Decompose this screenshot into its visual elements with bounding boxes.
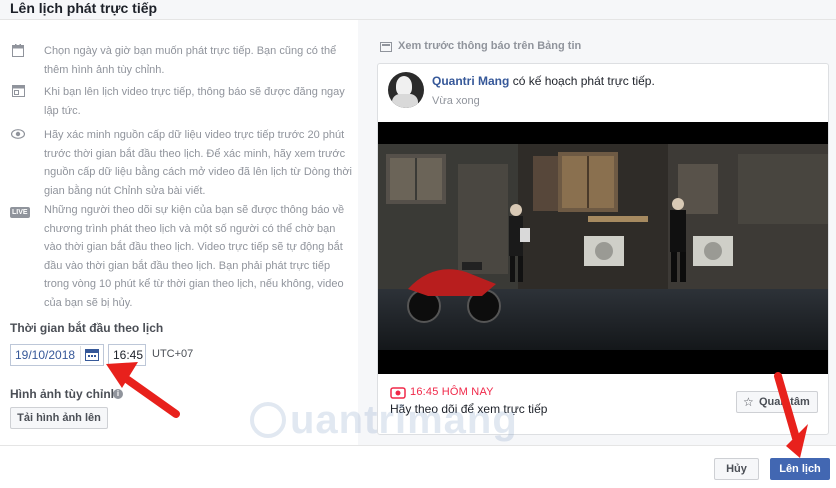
- live-icon: LIVE: [10, 203, 30, 218]
- dialog-footer: Hủy Lên lịch: [0, 445, 836, 488]
- preview-label: Xem trước thông báo trên Bảng tin: [398, 40, 582, 52]
- video-thumbnail[interactable]: [378, 122, 828, 374]
- calendar-icon: [10, 44, 26, 58]
- post-header: Quantri Mang có kế hoạch phát trực tiếp.: [432, 74, 655, 88]
- video-scene-image: [378, 144, 828, 350]
- post-preview-card: Quantri Mang có kế hoạch phát trực tiếp.…: [377, 63, 829, 435]
- interested-button[interactable]: ☆ Quan tâm: [736, 391, 818, 413]
- newsfeed-icon: [380, 42, 392, 52]
- avatar[interactable]: [388, 72, 424, 108]
- calendar-picker-button[interactable]: [80, 346, 102, 364]
- live-time: 16:45 HÔM NAY: [410, 386, 494, 398]
- cancel-button[interactable]: Hủy: [714, 458, 759, 480]
- info-text: Chọn ngày và giờ bạn muốn phát trực tiếp…: [44, 45, 337, 76]
- time-input[interactable]: 16:45: [108, 344, 146, 366]
- custom-image-label: Hình ảnh tùy chỉnh: [10, 387, 118, 401]
- info-text: Hãy xác minh nguồn cấp dữ liệu video trự…: [44, 129, 353, 197]
- watermark: uantrimang: [290, 398, 518, 442]
- post-icon: [10, 85, 26, 99]
- post-action: có kế hoạch phát trực tiếp.: [512, 74, 655, 88]
- author-name[interactable]: Quantri Mang: [432, 74, 509, 88]
- watermark-logo: [250, 402, 286, 438]
- dialog-title: Lên lịch phát trực tiếp: [10, 0, 158, 16]
- timezone-label: UTC+07: [152, 348, 194, 360]
- interested-label: Quan tâm: [759, 396, 810, 408]
- eye-icon: [10, 128, 26, 142]
- upload-image-button[interactable]: Tải hình ảnh lên: [10, 407, 108, 429]
- info-text: Khi bạn lên lịch video trực tiếp, thông …: [44, 86, 345, 117]
- star-icon: ☆: [743, 395, 754, 409]
- info-icon[interactable]: i: [113, 389, 123, 399]
- calendar-icon: [85, 349, 99, 361]
- info-text: Những người theo dõi sự kiện của bạn sẽ …: [44, 204, 345, 309]
- dialog-header: Lên lịch phát trực tiếp: [0, 0, 836, 20]
- live-badge: LIVE: [10, 207, 30, 218]
- schedule-button[interactable]: Lên lịch: [770, 458, 830, 480]
- schedule-label: Thời gian bắt đầu theo lịch: [10, 321, 164, 335]
- post-timestamp[interactable]: Vừa xong: [432, 95, 480, 107]
